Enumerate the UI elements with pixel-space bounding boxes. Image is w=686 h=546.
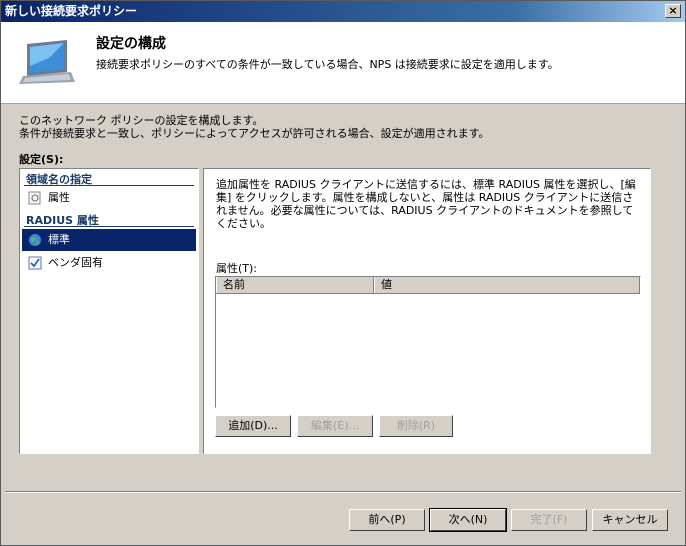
column-header-name[interactable]: 名前 bbox=[216, 277, 374, 293]
instruction-text: 追加属性を RADIUS クライアントに送信するには、標準 RADIUS 属性を… bbox=[216, 178, 636, 230]
wizard-header: 設定の構成 接続要求ポリシーのすべての条件が一致している場合、NPS は接続要求… bbox=[1, 22, 685, 104]
section-divider bbox=[24, 226, 194, 227]
intro-line-2: 条件が接続要求と一致し、ポリシーによってアクセスが許可される場合、設定が適用され… bbox=[19, 127, 490, 140]
nav-item-standard[interactable]: 標準 bbox=[22, 229, 196, 251]
page-title: 設定の構成 bbox=[96, 36, 166, 52]
wizard-window: 新しい接続要求ポリシー × 設定の構成 接続要求ポリシーのすべての条件が一致して… bbox=[0, 0, 686, 546]
finish-button[interactable]: 完了(F) bbox=[511, 509, 587, 531]
nav-item-label: 標準 bbox=[48, 233, 70, 246]
section-divider bbox=[24, 185, 194, 186]
attribute-icon bbox=[28, 191, 41, 205]
page-subtitle: 接続要求ポリシーのすべての条件が一致している場合、NPS は接続要求に設定を適用… bbox=[96, 58, 559, 71]
settings-nav: 領域名の指定 属性 RADIUS 属性 標準 ベンダ固有 bbox=[19, 168, 199, 454]
cancel-button[interactable]: キャンセル bbox=[592, 509, 668, 531]
list-header: 名前 値 bbox=[216, 277, 640, 294]
column-header-value[interactable]: 値 bbox=[374, 277, 640, 293]
nav-item-vendor-specific[interactable]: ベンダ固有 bbox=[22, 252, 196, 274]
back-button[interactable]: 前へ(P) bbox=[349, 509, 425, 531]
attributes-list[interactable]: 名前 値 bbox=[215, 276, 641, 408]
next-button[interactable]: 次へ(N) bbox=[429, 508, 507, 532]
nav-item-label: 属性 bbox=[48, 191, 70, 204]
close-button[interactable]: × bbox=[665, 4, 681, 18]
add-button[interactable]: 追加(D)... bbox=[215, 415, 291, 437]
nav-item-attributes[interactable]: 属性 bbox=[22, 187, 196, 209]
settings-label: 設定(S): bbox=[19, 153, 64, 166]
nav-item-label: ベンダ固有 bbox=[48, 256, 103, 269]
settings-detail: 追加属性を RADIUS クライアントに送信するには、標準 RADIUS 属性を… bbox=[203, 168, 651, 454]
checklist-icon bbox=[28, 256, 42, 270]
title-bar: 新しい接続要求ポリシー × bbox=[1, 1, 685, 22]
window-title: 新しい接続要求ポリシー bbox=[5, 4, 138, 18]
monitor-icon bbox=[19, 40, 75, 84]
delete-button[interactable]: 削除(R) bbox=[379, 415, 453, 437]
footer-separator bbox=[5, 491, 681, 493]
edit-button[interactable]: 編集(E)... bbox=[297, 415, 373, 437]
globe-icon bbox=[29, 234, 41, 246]
attributes-label: 属性(T): bbox=[216, 262, 258, 275]
